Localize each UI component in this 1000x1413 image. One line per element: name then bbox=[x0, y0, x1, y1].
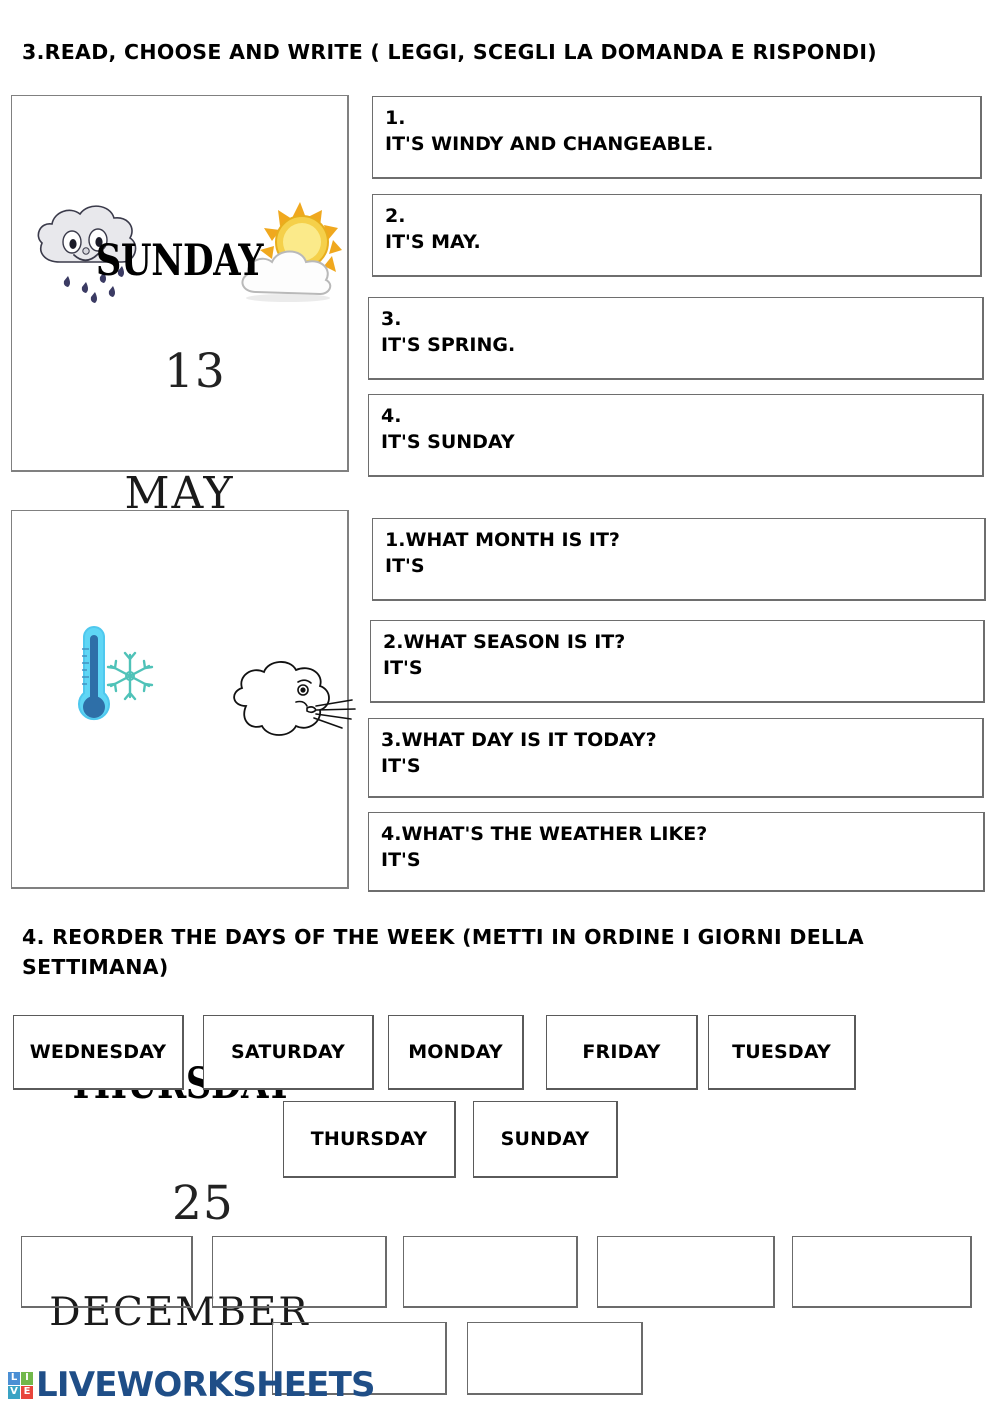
calendar-day-name: SUNDAY bbox=[95, 236, 264, 286]
word-tile-saturday[interactable]: SATURDAY bbox=[203, 1015, 374, 1090]
answer-drop-box[interactable] bbox=[212, 1236, 387, 1308]
word-tile-label: THURSDAY bbox=[310, 1128, 428, 1150]
calendar-card-thursday: THURSDAY 25 DECEMBER bbox=[11, 510, 356, 1335]
word-tile-monday[interactable]: MONDAY bbox=[388, 1015, 524, 1090]
answer-prompt: IT'S bbox=[383, 657, 423, 679]
answer-box[interactable]: 3. IT'S SPRING. bbox=[368, 297, 984, 380]
question-text: 4.WHAT'S THE WEATHER LIKE? bbox=[381, 823, 708, 845]
word-tile-wednesday[interactable]: WEDNESDAY bbox=[13, 1015, 184, 1090]
word-tile-friday[interactable]: FRIDAY bbox=[546, 1015, 698, 1090]
exercise-4-heading: 4. REORDER THE DAYS OF THE WEEK (METTI I… bbox=[22, 925, 872, 979]
answer-box[interactable]: 2. IT'S MAY. bbox=[372, 194, 982, 277]
answer-prompt: IT'S bbox=[385, 555, 425, 577]
answer-text: IT'S SPRING. bbox=[381, 334, 516, 356]
answer-drop-box[interactable] bbox=[792, 1236, 972, 1308]
question-text: 2.WHAT SEASON IS IT? bbox=[383, 631, 626, 653]
answer-text: IT'S WINDY AND CHANGEABLE. bbox=[385, 133, 714, 155]
liveworksheets-logo[interactable]: L I V E LIVEWORKSHEETS bbox=[8, 1364, 375, 1406]
cold-thermometer-snowflake-icon bbox=[78, 626, 154, 721]
worksheet-page: 3.READ, CHOOSE AND WRITE ( LEGGI, SCEGLI… bbox=[0, 0, 1000, 1413]
word-tile-label: FRIDAY bbox=[582, 1041, 661, 1063]
question-box[interactable]: 2.WHAT SEASON IS IT? IT'S bbox=[370, 620, 985, 703]
logo-tile-i: I bbox=[21, 1371, 33, 1385]
word-tile-tuesday[interactable]: TUESDAY bbox=[708, 1015, 856, 1090]
question-text: 1.WHAT MONTH IS IT? bbox=[385, 529, 620, 551]
liveworksheets-logo-text: LIVEWORKSHEETS bbox=[36, 1365, 375, 1405]
question-box[interactable]: 1.WHAT MONTH IS IT? IT'S bbox=[372, 518, 986, 601]
answer-text: IT'S MAY. bbox=[385, 231, 481, 253]
answer-box[interactable]: 4. IT'S SUNDAY bbox=[368, 394, 984, 477]
calendar-date-number: 25 bbox=[172, 1176, 234, 1231]
answer-drop-box[interactable] bbox=[403, 1236, 578, 1308]
liveworksheets-logo-mark: L I V E bbox=[8, 1371, 33, 1399]
word-tile-label: WEDNESDAY bbox=[29, 1041, 167, 1063]
answer-number: 3. bbox=[381, 308, 402, 330]
exercise-3-heading: 3.READ, CHOOSE AND WRITE ( LEGGI, SCEGLI… bbox=[22, 40, 877, 64]
question-box[interactable]: 3.WHAT DAY IS IT TODAY? IT'S bbox=[368, 718, 984, 798]
answer-number: 2. bbox=[385, 205, 406, 227]
word-tile-sunday[interactable]: SUNDAY bbox=[473, 1101, 618, 1178]
answer-number: 4. bbox=[381, 405, 402, 427]
answer-prompt: IT'S bbox=[381, 849, 421, 871]
answer-text: IT'S SUNDAY bbox=[381, 431, 515, 453]
logo-tile-e: E bbox=[21, 1385, 33, 1399]
answer-number: 1. bbox=[385, 107, 406, 129]
word-tile-label: TUESDAY bbox=[732, 1041, 831, 1063]
answer-drop-box[interactable] bbox=[467, 1322, 643, 1395]
answer-box[interactable]: 1. IT'S WINDY AND CHANGEABLE. bbox=[372, 96, 982, 179]
answer-prompt: IT'S bbox=[381, 755, 421, 777]
word-tile-label: SUNDAY bbox=[500, 1128, 590, 1150]
question-box[interactable]: 4.WHAT'S THE WEATHER LIKE? IT'S bbox=[368, 812, 985, 892]
logo-tile-v: V bbox=[8, 1385, 20, 1399]
word-tile-label: SATURDAY bbox=[231, 1041, 345, 1063]
wind-blowing-cloud-face-icon bbox=[233, 661, 356, 736]
word-tile-thursday[interactable]: THURSDAY bbox=[283, 1101, 456, 1178]
calendar-card-sunday: SUNDAY 13 MAY bbox=[11, 95, 349, 519]
answer-drop-box[interactable] bbox=[21, 1236, 193, 1308]
logo-tile-l: L bbox=[8, 1371, 20, 1385]
calendar-date-number: 13 bbox=[164, 344, 226, 399]
answer-drop-box[interactable] bbox=[597, 1236, 775, 1308]
word-tile-label: MONDAY bbox=[408, 1041, 503, 1063]
question-text: 3.WHAT DAY IS IT TODAY? bbox=[381, 729, 657, 751]
